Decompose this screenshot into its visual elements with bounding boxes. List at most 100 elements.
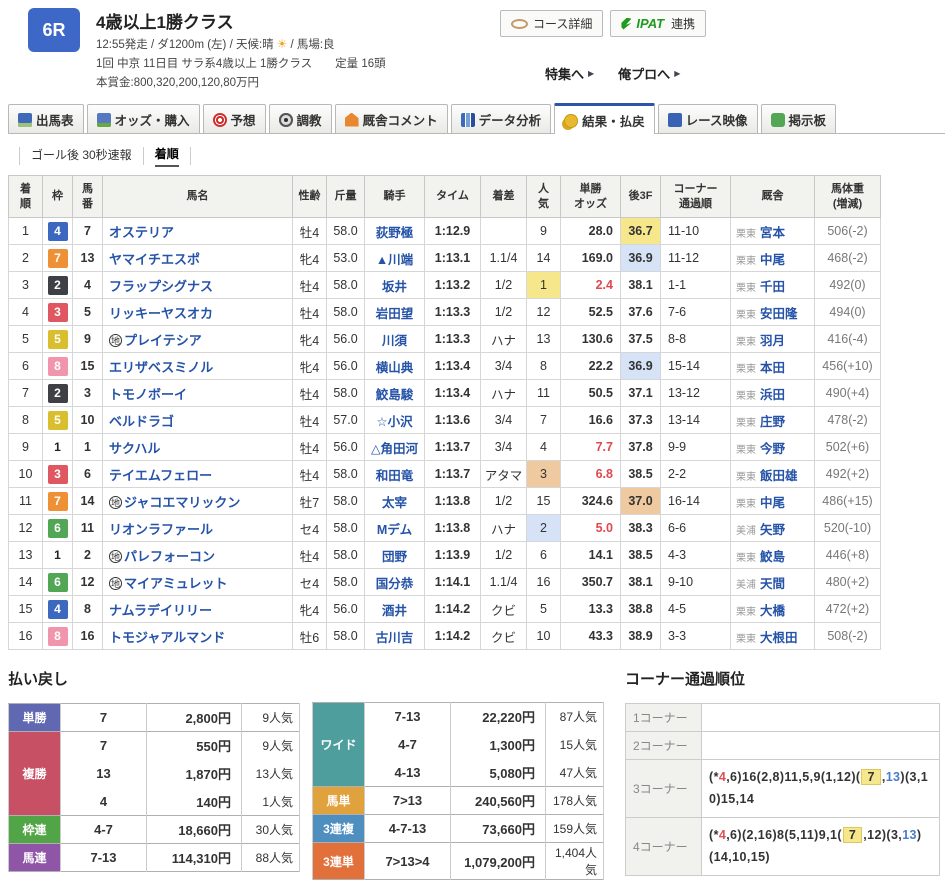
tab-data-analysis[interactable]: データ分析 <box>451 104 552 133</box>
tab-training[interactable]: 調教 <box>269 104 332 133</box>
jockey-link[interactable]: Mデム <box>377 523 412 537</box>
trainer-link[interactable]: 飯田雄 <box>760 469 798 483</box>
tab-result-payout[interactable]: 結果・払戻 <box>554 103 655 134</box>
cell-win-odds: 324.6 <box>561 488 621 515</box>
tab-board[interactable]: 掲示板 <box>761 104 837 133</box>
frame-badge: 2 <box>48 276 68 295</box>
horse-name-link[interactable]: ベルドラゴ <box>109 414 174 429</box>
jockey-link[interactable]: △角田河 <box>371 442 418 456</box>
cell-stable: 美浦天間 <box>731 569 815 596</box>
jockey-link[interactable]: 鮫島駿 <box>376 388 414 402</box>
jockey-link[interactable]: 横山典 <box>376 361 414 375</box>
jockey-link[interactable]: ▲川端 <box>376 253 413 267</box>
trainer-link[interactable]: 庄野 <box>760 415 785 429</box>
tab-stable-comment[interactable]: 厩舎コメント <box>335 104 448 133</box>
jockey-link[interactable]: 太宰 <box>382 496 407 510</box>
cell-finish-position: 13 <box>9 542 43 569</box>
horse-name-link[interactable]: フラップシグナス <box>109 279 213 294</box>
cell-time: 1:13.4 <box>425 353 481 380</box>
trainer-link[interactable]: 今野 <box>760 442 785 456</box>
header-link-tokushu[interactable]: 特集へ▶ <box>545 64 594 83</box>
tab-odds[interactable]: オッズ・購入 <box>87 104 200 133</box>
result-row: 435リッキーヤスオカ牡458.0岩田望1:13.31/21252.537.67… <box>9 299 881 326</box>
cell-last-3f: 38.9 <box>621 623 661 650</box>
jockey-link[interactable]: 酒井 <box>382 604 407 618</box>
course-detail-button[interactable]: コース詳細 <box>500 10 603 37</box>
trainer-link[interactable]: 大根田 <box>760 631 798 645</box>
cell-horse-name: ヤマイチエスポ <box>103 245 293 272</box>
header-link-orepro[interactable]: 俺プロへ▶ <box>618 64 680 83</box>
trainer-link[interactable]: 矢野 <box>760 523 785 537</box>
trainer-link[interactable]: 千田 <box>760 280 785 294</box>
jockey-link[interactable]: ☆小沢 <box>376 415 412 429</box>
horse-name-link[interactable]: テイエムフェロー <box>109 468 212 483</box>
column-header: 斤量 <box>327 176 365 218</box>
horse-name-link[interactable]: ジャコエマリックン <box>124 495 240 510</box>
trainer-link[interactable]: 大橋 <box>760 604 785 618</box>
trainer-link[interactable]: 天間 <box>760 577 785 591</box>
horse-name-link[interactable]: ヤマイチエスポ <box>109 252 200 267</box>
jockey-link[interactable]: 坂井 <box>382 280 407 294</box>
cell-horse-weight: 508(-2) <box>815 623 881 650</box>
tab-entries[interactable]: 出馬表 <box>8 104 84 133</box>
frame-badge: 8 <box>48 627 68 646</box>
trainer-link[interactable]: 本田 <box>760 361 785 375</box>
tab-label: レース映像 <box>686 110 748 129</box>
tab-forecast[interactable]: 予想 <box>203 104 266 133</box>
horse-name-link[interactable]: リッキーヤスオカ <box>109 306 213 321</box>
jockey-link[interactable]: 国分恭 <box>376 577 414 591</box>
subtab-finish-order[interactable]: 着順 <box>155 145 179 167</box>
cell-carried-weight: 56.0 <box>327 326 365 353</box>
cell-stable: 栗東本田 <box>731 353 815 380</box>
horse-name-link[interactable]: トモジャアルマンド <box>109 630 225 645</box>
trainer-link[interactable]: 中尾 <box>760 496 785 510</box>
cell-corner-order: 9-10 <box>661 569 731 596</box>
cell-stable: 栗東安田隆 <box>731 299 815 326</box>
cell-corner-order: 3-3 <box>661 623 731 650</box>
cell-last-3f: 37.6 <box>621 299 661 326</box>
cell-margin: ハナ <box>481 515 527 542</box>
column-header: 人 気 <box>527 176 561 218</box>
jockey-link[interactable]: 団野 <box>382 550 407 564</box>
result-row: 559地プレイテシア牝456.0川須1:13.3ハナ13130.637.58-8… <box>9 326 881 353</box>
cell-corner-order: 13-14 <box>661 407 731 434</box>
payout-amount: 1,079,200円 <box>451 843 546 880</box>
jockey-link[interactable]: 古川吉 <box>376 631 414 645</box>
trainer-link[interactable]: 浜田 <box>760 388 785 402</box>
subtab-goal-flash[interactable]: ゴール後 30秒速報 <box>31 146 132 166</box>
horse-name-link[interactable]: サクハル <box>109 441 160 456</box>
trainer-link[interactable]: 鮫島 <box>760 550 785 564</box>
jockey-link[interactable]: 岩田望 <box>376 307 414 321</box>
horse-name-link[interactable]: ナムラデイリリー <box>109 603 212 618</box>
column-header: コーナー 通過順 <box>661 176 731 218</box>
cell-carried-weight: 58.0 <box>327 218 365 245</box>
region-label: 栗東 <box>736 256 756 267</box>
horse-name-link[interactable]: トモノボーイ <box>109 387 187 402</box>
ipat-link-button[interactable]: IPAT 連携 <box>610 10 706 37</box>
cell-popularity: 3 <box>527 461 561 488</box>
trainer-link[interactable]: 安田隆 <box>760 307 798 321</box>
horse-name-link[interactable]: リオンラファール <box>109 522 213 537</box>
trainer-link[interactable]: 中尾 <box>760 253 785 267</box>
horse-name-link[interactable]: オステリア <box>109 225 174 240</box>
cell-popularity: 13 <box>527 326 561 353</box>
horse-name-link[interactable]: エリザベスミノル <box>109 360 213 375</box>
horse-name-link[interactable]: プレイテシア <box>124 333 202 348</box>
payout-popularity: 159人気 <box>546 815 604 843</box>
cell-horse-number: 13 <box>73 245 103 272</box>
cell-stable: 栗東宮本 <box>731 218 815 245</box>
trainer-link[interactable]: 羽月 <box>760 334 785 348</box>
jockey-link[interactable]: 和田竜 <box>376 469 414 483</box>
horse-name-link[interactable]: マイアミュレット <box>124 576 227 591</box>
cell-carried-weight: 56.0 <box>327 434 365 461</box>
trainer-link[interactable]: 宮本 <box>760 226 785 240</box>
cell-horse-number: 14 <box>73 488 103 515</box>
cell-time: 1:13.8 <box>425 515 481 542</box>
payout-section-combo: ワイド7-1322,220円87人気4-71,300円15人気4-135,080… <box>312 668 604 880</box>
order-number: ,6)(2,16)8(5,11)9,1( <box>726 828 842 842</box>
jockey-link[interactable]: 荻野極 <box>376 226 414 240</box>
horse-name-link[interactable]: パレフォーコン <box>124 549 215 564</box>
jockey-link[interactable]: 川須 <box>382 334 407 348</box>
cell-finish-position: 3 <box>9 272 43 299</box>
tab-race-video[interactable]: レース映像 <box>658 104 758 133</box>
